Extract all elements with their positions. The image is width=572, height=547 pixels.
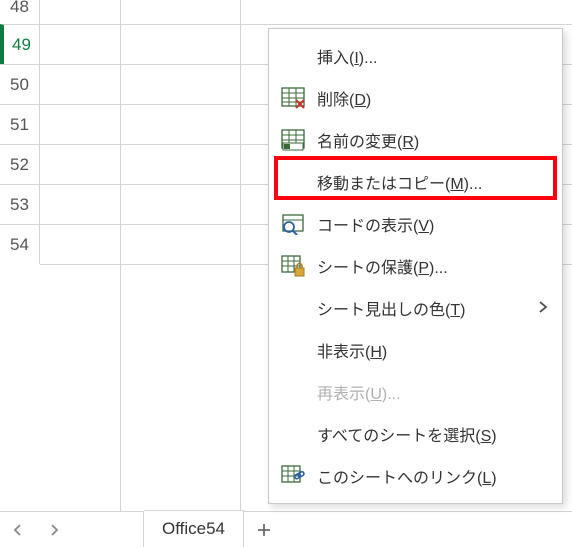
menu-label: 削除(D) — [307, 86, 548, 110]
row-header[interactable]: 51 — [0, 104, 40, 144]
menu-unhide: 再表示(U)... — [269, 371, 562, 413]
row-headers: 48 49 50 51 52 53 54 — [0, 0, 40, 264]
menu-view-code[interactable]: コードの表示(V) — [269, 203, 562, 245]
sheet-context-menu: 挿入(I)... 削除(D) 名前の変更(R) 移動またはコピー(M)... コ… — [268, 28, 563, 504]
blank-icon — [279, 420, 307, 448]
sheet-tab-bar: Office54 — [0, 511, 572, 547]
chevron-right-icon — [538, 300, 548, 316]
blank-icon — [279, 336, 307, 364]
menu-label: このシートへのリンク(L) — [307, 464, 548, 488]
menu-label: すべてのシートを選択(S) — [307, 422, 548, 446]
chevron-left-icon — [12, 524, 24, 536]
view-code-icon — [279, 210, 307, 238]
blank-icon — [279, 378, 307, 406]
add-sheet-button[interactable] — [244, 512, 284, 547]
row-number: 52 — [10, 155, 29, 175]
menu-rename[interactable]: 名前の変更(R) — [269, 119, 562, 161]
menu-link-to-sheet[interactable]: このシートへのリンク(L) — [269, 455, 562, 497]
menu-label: 挿入(I)... — [307, 44, 548, 68]
row-number: 54 — [10, 235, 29, 255]
sheet-tab-label: Office54 — [162, 519, 225, 539]
protect-sheet-icon — [279, 252, 307, 280]
sheet-tab[interactable]: Office54 — [144, 510, 244, 547]
row-header[interactable]: 52 — [0, 144, 40, 184]
menu-label: シートの保護(P)... — [307, 254, 548, 278]
menu-label: 再表示(U)... — [307, 380, 548, 404]
plus-icon — [256, 522, 272, 538]
menu-label: 名前の変更(R) — [307, 128, 548, 152]
row-number: 51 — [10, 115, 29, 135]
menu-tab-color[interactable]: シート見出しの色(T) — [269, 287, 562, 329]
menu-protect-sheet[interactable]: シートの保護(P)... — [269, 245, 562, 287]
menu-label: コードの表示(V) — [307, 212, 548, 236]
row-header[interactable]: 48 — [0, 0, 40, 24]
blank-icon — [279, 42, 307, 70]
menu-insert[interactable]: 挿入(I)... — [269, 35, 562, 77]
row-number: 48 — [10, 0, 29, 17]
menu-label: 移動またはコピー(M)... — [307, 170, 548, 194]
sheet-nav-prev[interactable] — [0, 512, 36, 547]
row-header[interactable]: 50 — [0, 64, 40, 104]
blank-icon — [279, 168, 307, 196]
link-sheet-icon — [279, 462, 307, 490]
menu-label: 非表示(H) — [307, 338, 548, 362]
menu-move-copy[interactable]: 移動またはコピー(M)... — [269, 161, 562, 203]
row-header[interactable]: 53 — [0, 184, 40, 224]
blank-icon — [279, 294, 307, 322]
sheet-nav-next[interactable] — [36, 512, 72, 547]
delete-sheet-icon — [279, 84, 307, 112]
menu-hide[interactable]: 非表示(H) — [269, 329, 562, 371]
row-header[interactable]: 49 — [0, 24, 40, 64]
row-number: 49 — [12, 35, 31, 55]
menu-delete[interactable]: 削除(D) — [269, 77, 562, 119]
rename-sheet-icon — [279, 126, 307, 154]
menu-select-all-sheets[interactable]: すべてのシートを選択(S) — [269, 413, 562, 455]
menu-label: シート見出しの色(T) — [307, 296, 530, 320]
row-header[interactable]: 54 — [0, 224, 40, 264]
chevron-right-icon — [48, 524, 60, 536]
row-number: 50 — [10, 75, 29, 95]
row-number: 53 — [10, 195, 29, 215]
